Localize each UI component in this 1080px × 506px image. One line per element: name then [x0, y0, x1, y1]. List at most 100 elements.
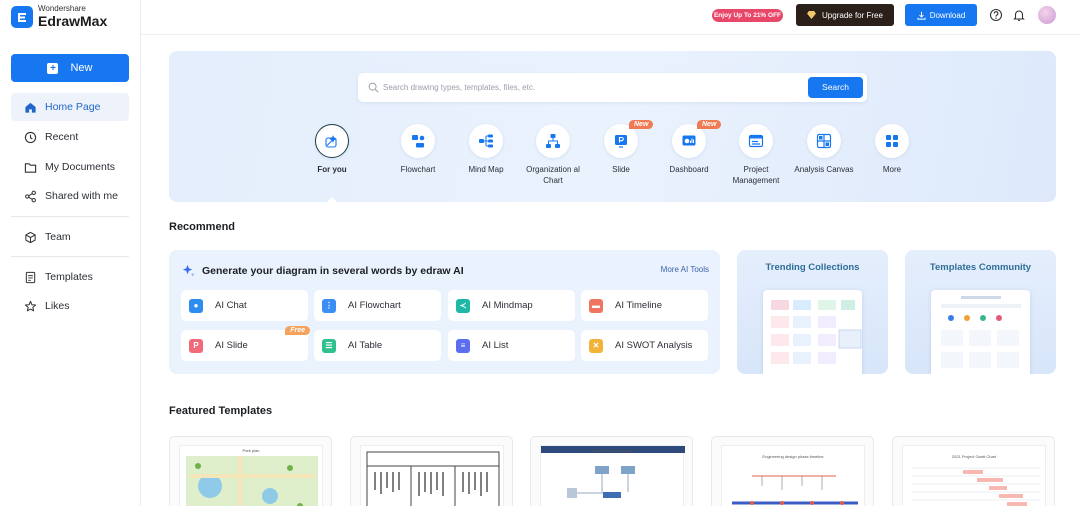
category-label: Slide — [612, 165, 630, 174]
chat-icon: ● — [189, 298, 203, 313]
star-icon — [24, 300, 37, 311]
search-input[interactable] — [383, 78, 783, 97]
ai-tool-label: AI Mindmap — [482, 300, 533, 311]
sidebar-item-recent[interactable]: Recent — [11, 123, 129, 151]
grid-icon — [886, 135, 898, 147]
sidebar-item-label: Recent — [45, 131, 79, 143]
template-card[interactable] — [350, 436, 513, 506]
app-logo[interactable]: Wondershare EdrawMax — [11, 5, 107, 28]
folder-icon — [24, 162, 37, 173]
new-button-label: New — [70, 62, 93, 74]
trending-collections-card[interactable]: Trending Collections — [737, 250, 888, 374]
category-label: Mind Map — [468, 165, 504, 174]
bell-icon[interactable] — [1012, 8, 1026, 22]
flowchart-ai-icon: ⋮ — [322, 298, 336, 313]
category-project-management[interactable]: Project Management — [721, 124, 791, 186]
category-for-you[interactable]: For you — [297, 124, 367, 175]
ai-table-card[interactable]: ☰ AI Table — [314, 330, 441, 361]
selected-category-pointer — [326, 197, 338, 203]
ai-tool-label: AI Slide — [215, 340, 248, 351]
ai-tools-panel: Generate your diagram in several words b… — [169, 250, 720, 374]
slide-ai-icon: P — [189, 338, 203, 353]
template-card[interactable]: Park plan — [169, 436, 332, 506]
ai-chat-card[interactable]: ● AI Chat — [181, 290, 308, 321]
sidebar-item-label: Likes — [45, 300, 70, 312]
ai-mindmap-card[interactable]: ≺ AI Mindmap — [448, 290, 575, 321]
category-label: Analysis Canvas — [794, 165, 854, 174]
sidebar-item-team[interactable]: Team — [11, 223, 129, 251]
network-thumbnail-icon — [541, 446, 685, 498]
search-bar: Search — [358, 73, 867, 102]
sidebar-item-label: My Documents — [45, 161, 116, 173]
ai-tool-label: AI List — [482, 340, 509, 351]
document-icon — [25, 271, 36, 283]
template-caption: 2021 Project Gantt Chart — [951, 454, 997, 459]
ai-tool-label: AI Chat — [215, 300, 247, 311]
ai-sparkle-icon — [182, 264, 195, 277]
promo-badge[interactable]: Enjoy Up To 21% OFF — [712, 9, 783, 22]
ai-panel-title: Generate your diagram in several words b… — [181, 263, 464, 278]
home-icon — [25, 102, 36, 113]
org-chart-icon — [546, 134, 560, 148]
sidebar-divider — [11, 216, 129, 217]
collection-title: Trending Collections — [765, 262, 860, 273]
swot-ai-icon: ✕ — [589, 338, 603, 353]
category-org-chart[interactable]: Organization al Chart — [518, 124, 588, 186]
category-label: Project Management — [732, 165, 780, 185]
collection-thumbnail-icon — [771, 300, 862, 364]
template-card[interactable]: 2021 Project Gantt Chart — [892, 436, 1055, 506]
upgrade-button[interactable]: Upgrade for Free — [796, 4, 894, 26]
ai-flowchart-card[interactable]: ⋮ AI Flowchart — [314, 290, 441, 321]
download-button[interactable]: Download — [905, 4, 977, 26]
sidebar-item-label: Home Page — [45, 101, 101, 113]
upgrade-label: Upgrade for Free — [822, 10, 883, 20]
sidebar-item-my-documents[interactable]: My Documents — [11, 153, 129, 181]
ai-tool-label: AI SWOT Analysis — [615, 340, 693, 351]
sparkle-icon — [325, 135, 337, 148]
category-more[interactable]: More — [857, 124, 927, 175]
community-thumbnail-icon — [941, 296, 1021, 368]
category-dashboard[interactable]: Dashboard New — [654, 120, 724, 175]
sidebar-item-label: Team — [45, 231, 71, 243]
edrawmax-logo-icon — [11, 5, 33, 28]
new-button[interactable]: + New — [11, 54, 129, 82]
template-card[interactable]: Engineering design phase timeline — [711, 436, 874, 506]
category-analysis-canvas[interactable]: Analysis Canvas — [789, 124, 859, 175]
ai-tool-label: AI Flowchart — [348, 300, 401, 311]
template-caption: Engineering design phase timeline — [762, 454, 824, 459]
cube-icon — [25, 231, 36, 243]
more-ai-tools-link[interactable]: More AI Tools — [661, 265, 709, 274]
category-label: Organization al Chart — [526, 165, 580, 185]
sidebar-item-templates[interactable]: Templates — [11, 263, 129, 291]
plus-icon: + — [47, 62, 59, 74]
clock-icon — [24, 131, 37, 143]
ai-timeline-card[interactable]: ▬ AI Timeline — [581, 290, 708, 321]
help-icon[interactable] — [989, 8, 1003, 22]
templates-community-card[interactable]: Templates Community — [905, 250, 1056, 374]
template-caption: Park plan — [242, 448, 260, 453]
sidebar-item-shared[interactable]: Shared with me — [11, 182, 129, 210]
sidebar-item-label: Templates — [45, 271, 93, 283]
canvas-icon — [816, 133, 832, 149]
brand-small: Wondershare — [38, 4, 86, 13]
sidebar: Wondershare EdrawMax + New Home Page Rec… — [0, 0, 141, 506]
avatar[interactable] — [1038, 6, 1056, 24]
collection-title: Templates Community — [929, 262, 1032, 273]
new-badge: New — [697, 120, 722, 129]
category-flowchart[interactable]: Flowchart — [383, 124, 453, 175]
ai-slide-card[interactable]: P AI Slide Free — [181, 326, 310, 361]
ai-list-card[interactable]: ≡ AI List — [448, 330, 575, 361]
sidebar-item-home[interactable]: Home Page — [11, 93, 129, 121]
category-slide[interactable]: Slide New — [586, 120, 656, 175]
table-ai-icon: ☰ — [322, 338, 336, 353]
ai-swot-card[interactable]: ✕ AI SWOT Analysis — [581, 330, 708, 361]
collection-preview — [763, 290, 862, 374]
sidebar-item-likes[interactable]: Likes — [11, 292, 129, 320]
mindmap-icon — [479, 134, 493, 148]
category-label: For you — [317, 165, 347, 174]
search-button[interactable]: Search — [808, 77, 863, 98]
category-mind-map[interactable]: Mind Map — [451, 124, 521, 175]
template-caption: Basic Network Diagram — [591, 448, 633, 453]
featured-title: Featured Templates — [169, 405, 273, 417]
template-card[interactable]: Basic Network Diagram — [530, 436, 693, 506]
